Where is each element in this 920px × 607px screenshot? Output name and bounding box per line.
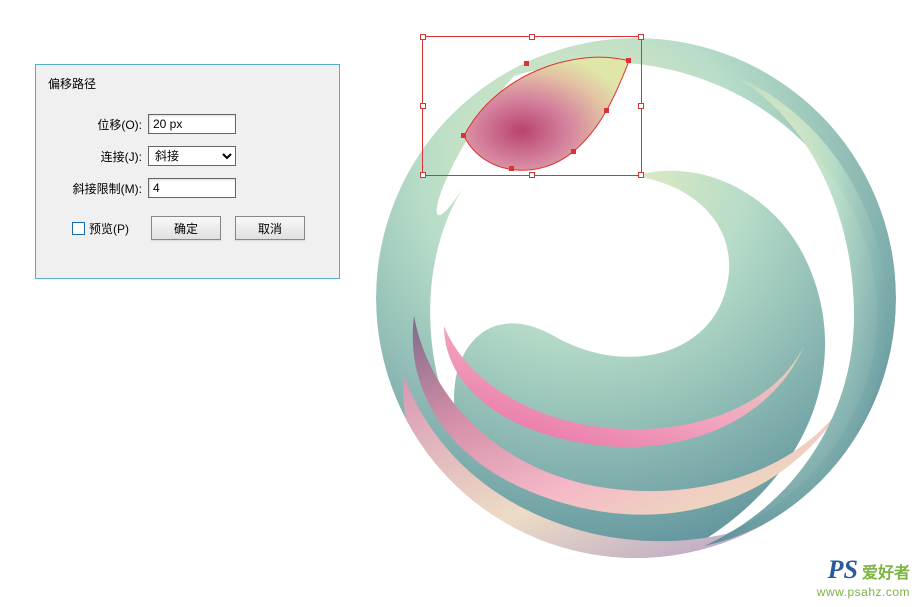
offset-label: 位移(O): (62, 116, 148, 133)
cancel-button[interactable]: 取消 (235, 216, 305, 240)
dialog-title: 偏移路径 (44, 73, 331, 94)
ok-button[interactable]: 确定 (151, 216, 221, 240)
join-select[interactable]: 斜接 (148, 146, 236, 166)
miter-label: 斜接限制(M): (62, 180, 148, 197)
miter-field-row: 斜接限制(M): (44, 178, 331, 198)
join-label: 连接(J): (62, 148, 148, 165)
canvas-artwork (374, 36, 898, 560)
dialog-button-row: 预览(P) 确定 取消 (44, 216, 331, 240)
offset-input[interactable] (148, 114, 236, 134)
join-field-row: 连接(J): 斜接 (44, 146, 331, 166)
preview-checkbox[interactable] (72, 222, 85, 235)
watermark-url: www.psahz.com (817, 585, 910, 599)
watermark: PS 爱好者 www.psahz.com (817, 555, 910, 599)
preview-checkbox-wrap[interactable]: 预览(P) (72, 220, 129, 237)
preview-label: 预览(P) (89, 220, 129, 237)
watermark-cn: 爱好者 (862, 559, 910, 583)
offset-field-row: 位移(O): (44, 114, 331, 134)
miter-input[interactable] (148, 178, 236, 198)
watermark-logo: PS 爱好者 (817, 555, 910, 585)
offset-path-dialog: 偏移路径 位移(O): 连接(J): 斜接 斜接限制(M): 预览(P) 确定 … (35, 64, 340, 279)
watermark-ps: PS (828, 555, 858, 585)
